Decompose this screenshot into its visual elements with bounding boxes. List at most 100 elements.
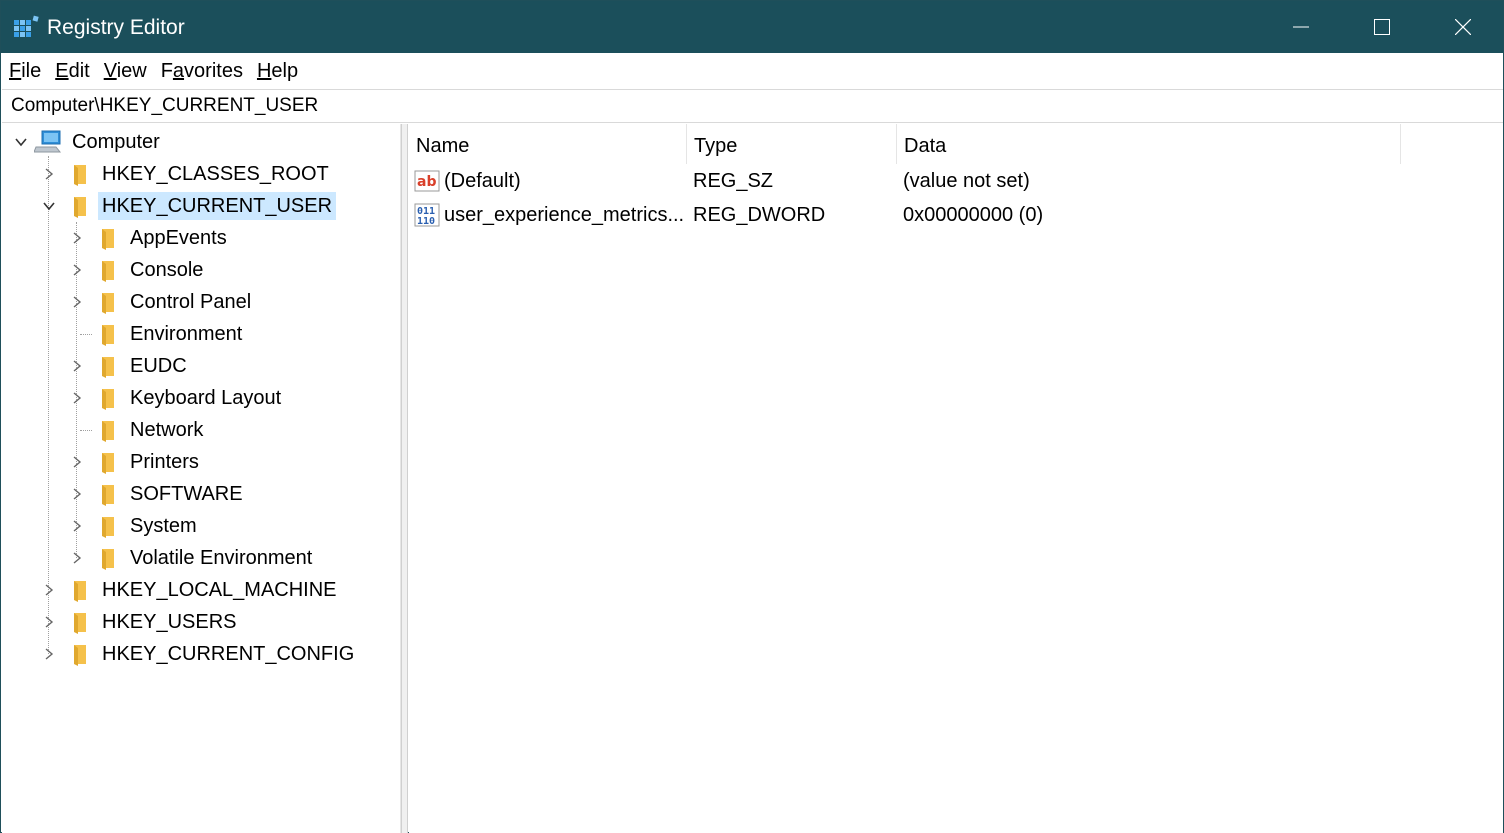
tree-item-hkey-current-config[interactable]: HKEY_CURRENT_CONFIG bbox=[40, 639, 358, 669]
menu-bar: File Edit View Favorites Help bbox=[1, 53, 1503, 88]
tree-item-network[interactable]: Network bbox=[68, 415, 207, 445]
folder-icon bbox=[74, 197, 86, 218]
value-data: (value not set) bbox=[903, 170, 1030, 192]
chevron-right-icon[interactable] bbox=[68, 447, 86, 477]
tree-item-hkey-local-machine[interactable]: HKEY_LOCAL_MACHINE bbox=[40, 575, 341, 605]
folder-icon bbox=[102, 357, 114, 378]
folder-icon bbox=[74, 165, 86, 186]
pane-splitter[interactable] bbox=[401, 124, 408, 833]
tree-item-computer[interactable]: Computer bbox=[12, 127, 164, 157]
tree-item-eudc[interactable]: EUDC bbox=[68, 351, 191, 381]
table-row[interactable]: ab (Default) REG_SZ (value not set) bbox=[409, 164, 1409, 198]
tree-label: HKEY_CLASSES_ROOT bbox=[102, 163, 329, 185]
chevron-right-icon[interactable] bbox=[68, 479, 86, 509]
tree-label: Network bbox=[130, 419, 204, 441]
folder-icon bbox=[74, 581, 86, 602]
values-list-pane[interactable]: Name Type Data ab (Default) REG_SZ (valu… bbox=[409, 124, 1503, 833]
folder-icon bbox=[102, 293, 114, 314]
tree-label: System bbox=[130, 515, 197, 537]
window-title: Registry Editor bbox=[47, 16, 185, 39]
registry-editor-icon bbox=[14, 15, 39, 37]
folder-icon bbox=[74, 645, 86, 666]
column-header-data[interactable]: Data bbox=[897, 124, 1401, 164]
minimize-icon bbox=[1293, 26, 1309, 28]
address-path[interactable]: Computer\HKEY_CURRENT_USER bbox=[11, 95, 318, 117]
tree-label: SOFTWARE bbox=[130, 483, 243, 505]
chevron-right-icon[interactable] bbox=[40, 159, 58, 189]
chevron-right-icon[interactable] bbox=[40, 639, 58, 669]
chevron-right-icon[interactable] bbox=[40, 575, 58, 605]
tree-item-appevents[interactable]: AppEvents bbox=[68, 223, 231, 253]
value-name: user_experience_metrics... bbox=[444, 204, 684, 226]
folder-icon bbox=[102, 229, 114, 250]
tree-label: Keyboard Layout bbox=[130, 387, 282, 409]
chevron-right-icon[interactable] bbox=[68, 351, 86, 381]
key-tree-pane[interactable]: Computer HKEY_CLASSES_ROOT HKEY_CURRENT_… bbox=[2, 124, 401, 833]
folder-icon bbox=[102, 325, 114, 346]
binary-value-icon: 011 110 bbox=[414, 203, 440, 227]
tree-item-system[interactable]: System bbox=[68, 511, 201, 541]
close-icon bbox=[1455, 19, 1471, 35]
table-row[interactable]: 011 110 user_experience_metrics... REG_D… bbox=[409, 198, 1409, 232]
tree-item-control-panel[interactable]: Control Panel bbox=[68, 287, 255, 317]
title-bar[interactable]: Registry Editor bbox=[1, 1, 1503, 53]
chevron-right-icon[interactable] bbox=[68, 287, 86, 317]
menu-help[interactable]: Help bbox=[257, 58, 298, 84]
folder-icon bbox=[102, 261, 114, 282]
column-header-type[interactable]: Type bbox=[687, 124, 897, 164]
folder-icon bbox=[102, 389, 114, 410]
tree-item-environment[interactable]: Environment bbox=[68, 319, 246, 349]
menu-file[interactable]: File bbox=[9, 58, 41, 84]
svg-text:110: 110 bbox=[417, 216, 435, 227]
value-type: REG_SZ bbox=[693, 170, 774, 192]
svg-text:ab: ab bbox=[417, 174, 436, 190]
chevron-right-icon[interactable] bbox=[68, 383, 86, 413]
registry-editor-window: Registry Editor File Edit View Favorites… bbox=[0, 0, 1504, 833]
menu-favorites[interactable]: Favorites bbox=[161, 58, 243, 84]
menu-view[interactable]: View bbox=[104, 58, 147, 84]
folder-icon bbox=[102, 549, 114, 570]
tree-label: HKEY_LOCAL_MACHINE bbox=[102, 579, 337, 601]
close-button[interactable] bbox=[1423, 1, 1503, 53]
column-header-name[interactable]: Name bbox=[409, 124, 687, 164]
string-value-icon: ab bbox=[414, 170, 440, 192]
folder-icon bbox=[102, 485, 114, 506]
maximize-icon bbox=[1374, 19, 1390, 35]
tree-item-volatile-environment[interactable]: Volatile Environment bbox=[68, 543, 316, 573]
folder-icon bbox=[102, 453, 114, 474]
chevron-right-icon[interactable] bbox=[40, 607, 58, 637]
tree-item-keyboard-layout[interactable]: Keyboard Layout bbox=[68, 383, 285, 413]
tree-label: HKEY_USERS bbox=[102, 611, 237, 633]
tree-label: Printers bbox=[130, 451, 199, 473]
folder-icon bbox=[102, 421, 114, 442]
tree-item-hkey-classes-root[interactable]: HKEY_CLASSES_ROOT bbox=[40, 159, 333, 189]
tree-label-selected: HKEY_CURRENT_USER bbox=[98, 192, 337, 220]
value-data: 0x00000000 (0) bbox=[903, 204, 1044, 226]
tree-label: Control Panel bbox=[130, 291, 252, 313]
chevron-down-icon[interactable] bbox=[12, 127, 30, 157]
chevron-right-icon[interactable] bbox=[68, 223, 86, 253]
menu-edit[interactable]: Edit bbox=[55, 58, 89, 84]
tree-label: EUDC bbox=[130, 355, 187, 377]
folder-icon bbox=[102, 517, 114, 538]
value-name: (Default) bbox=[444, 170, 521, 192]
tree-item-hkey-users[interactable]: HKEY_USERS bbox=[40, 607, 241, 637]
tree-item-software[interactable]: SOFTWARE bbox=[68, 479, 247, 509]
chevron-right-icon[interactable] bbox=[68, 255, 86, 285]
chevron-right-icon[interactable] bbox=[68, 511, 86, 541]
chevron-right-icon[interactable] bbox=[68, 543, 86, 573]
tree-item-console[interactable]: Console bbox=[68, 255, 207, 285]
minimize-button[interactable] bbox=[1261, 1, 1341, 53]
tree-item-printers[interactable]: Printers bbox=[68, 447, 203, 477]
chevron-down-icon[interactable] bbox=[40, 191, 58, 221]
value-type: REG_DWORD bbox=[693, 204, 826, 226]
tree-item-hkey-current-user[interactable]: HKEY_CURRENT_USER bbox=[40, 191, 337, 221]
computer-icon bbox=[34, 130, 62, 153]
tree-label: Computer bbox=[72, 131, 160, 153]
address-bar[interactable]: Computer\HKEY_CURRENT_USER bbox=[2, 89, 1503, 123]
tree-label: Console bbox=[130, 259, 204, 281]
tree-label: HKEY_CURRENT_CONFIG bbox=[102, 643, 355, 665]
list-header: Name Type Data bbox=[409, 124, 1401, 164]
maximize-button[interactable] bbox=[1342, 1, 1422, 53]
tree-label: Volatile Environment bbox=[130, 547, 313, 569]
